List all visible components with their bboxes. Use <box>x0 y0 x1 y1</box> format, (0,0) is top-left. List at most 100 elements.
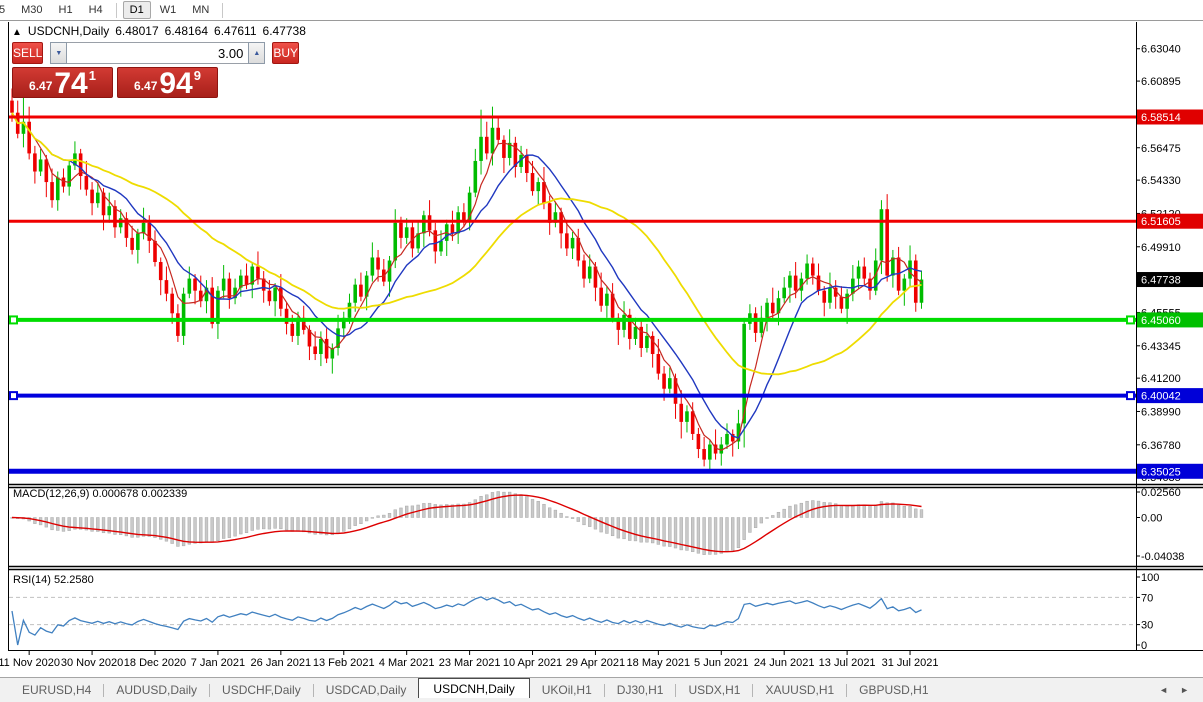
svg-text:6.47738: 6.47738 <box>1141 275 1181 287</box>
svg-text:13 Jul 2021: 13 Jul 2021 <box>819 657 876 669</box>
svg-text:6.36780: 6.36780 <box>1141 440 1181 452</box>
svg-text:31 Jul 2021: 31 Jul 2021 <box>882 657 939 669</box>
ma-fast-line <box>12 113 922 451</box>
low-value: 6.47611 <box>214 24 257 38</box>
svg-text:5 Jun 2021: 5 Jun 2021 <box>694 657 748 669</box>
timeframe-button-m30[interactable]: M30 <box>14 1 49 19</box>
symbol-period-label: USDCNH,Daily <box>28 24 109 38</box>
price-badge-current-price: 6.47738 <box>1137 272 1203 287</box>
tab-eurusd-h4[interactable]: EURUSD,H4 <box>10 678 103 702</box>
timeframe-button-h4[interactable]: H4 <box>82 1 110 19</box>
macd-indicator-label: MACD(12,26,9) 0.000678 0.002339 <box>13 488 187 500</box>
svg-text:6.40042: 6.40042 <box>1141 391 1181 403</box>
svg-text:29 Apr 2021: 29 Apr 2021 <box>566 657 625 669</box>
svg-text:23 Mar 2021: 23 Mar 2021 <box>439 657 501 669</box>
tab-scroll-controls: ◄► <box>1153 678 1203 702</box>
timeframe-button-h1[interactable]: H1 <box>52 1 80 19</box>
svg-text:18 May 2021: 18 May 2021 <box>627 657 691 669</box>
tab-usdchf-daily[interactable]: USDCHF,Daily <box>210 678 313 702</box>
buy-price-tile[interactable]: 6.47 94 9 <box>117 67 218 98</box>
svg-text:6.58514: 6.58514 <box>1141 112 1181 124</box>
tab-scroll-left-icon[interactable]: ◄ <box>1153 685 1174 695</box>
svg-text:6.43345: 6.43345 <box>1141 341 1181 353</box>
chart-tabbar: EURUSD,H4AUDUSD,DailyUSDCHF,DailyUSDCAD,… <box>0 677 1203 702</box>
svg-text:100: 100 <box>1141 572 1159 584</box>
volume-decrease-icon[interactable]: ▼ <box>50 42 67 64</box>
high-value: 6.48164 <box>165 24 208 38</box>
timeframe-toolbar: 5M30H1H4 D1W1MN <box>0 0 1203 21</box>
tab-audusd-daily[interactable]: AUDUSD,Daily <box>104 678 209 702</box>
svg-text:6.63040: 6.63040 <box>1141 44 1181 56</box>
chart-canvas: 6.630406.608956.564756.543306.521206.499… <box>0 0 1203 702</box>
toolbar-separator <box>116 3 117 18</box>
svg-text:6.45060: 6.45060 <box>1141 315 1181 327</box>
svg-text:6.56475: 6.56475 <box>1141 143 1181 155</box>
timeframe-button-mn[interactable]: MN <box>185 1 216 19</box>
svg-text:6.60895: 6.60895 <box>1141 76 1181 88</box>
macd-axis: 0.025600.00-0.04038 <box>1136 487 1184 563</box>
volume-increase-icon[interactable]: ▲ <box>248 42 265 64</box>
svg-text:26 Jan 2021: 26 Jan 2021 <box>251 657 312 669</box>
ma-mid-line <box>12 113 922 438</box>
price-badge-resistance-2[interactable]: 6.51605 <box>1137 214 1203 229</box>
sell-button[interactable]: SELL <box>12 42 43 64</box>
tab-gbpusd-h1[interactable]: GBPUSD,H1 <box>847 678 940 702</box>
svg-text:0.02560: 0.02560 <box>1141 487 1181 499</box>
volume-stepper: ▼ ▲ <box>50 42 265 64</box>
tab-scroll-right-icon[interactable]: ► <box>1174 685 1195 695</box>
volume-input[interactable] <box>67 42 248 64</box>
timeframe-button-5[interactable]: 5 <box>0 1 12 19</box>
rsi-line <box>12 597 922 645</box>
timeframe-button-w1[interactable]: W1 <box>153 1 184 19</box>
rsi-axis: 100 70 30 0 <box>1136 572 1159 652</box>
tab-ukoil-h1[interactable]: UKOil,H1 <box>530 678 604 702</box>
ma-slow-line <box>12 113 922 375</box>
sell-price-big: 74 <box>54 70 87 97</box>
svg-text:-0.04038: -0.04038 <box>1141 551 1184 563</box>
collapse-panel-icon[interactable]: ▲ <box>12 27 22 38</box>
tab-dj30-h1[interactable]: DJ30,H1 <box>605 678 676 702</box>
tab-usdx-h1[interactable]: USDX,H1 <box>676 678 752 702</box>
svg-text:18 Dec 2020: 18 Dec 2020 <box>124 657 186 669</box>
svg-text:6.51605: 6.51605 <box>1141 216 1181 228</box>
svg-text:13 Feb 2021: 13 Feb 2021 <box>313 657 375 669</box>
svg-text:70: 70 <box>1141 592 1153 604</box>
toolbar-separator <box>222 3 223 18</box>
rsi-indicator-label: RSI(14) 52.2580 <box>13 574 94 586</box>
tab-usdcad-daily[interactable]: USDCAD,Daily <box>314 678 419 702</box>
close-value: 6.47738 <box>263 24 306 38</box>
buy-price-prefix: 6.47 <box>134 79 157 93</box>
price-badge-support-blue-1[interactable]: 6.40042 <box>1137 388 1203 403</box>
hline-6.40042[interactable] <box>9 392 1136 399</box>
sell-price-sup: 1 <box>89 68 96 83</box>
svg-text:6.49910: 6.49910 <box>1141 242 1181 254</box>
sell-price-tile[interactable]: 6.47 74 1 <box>12 67 113 98</box>
svg-text:6.54330: 6.54330 <box>1141 175 1181 187</box>
price-badge-resistance-1[interactable]: 6.58514 <box>1137 110 1203 125</box>
svg-text:0: 0 <box>1141 640 1147 652</box>
date-axis: 11 Nov 202030 Nov 202018 Dec 2020 7 Jan 2… <box>0 651 938 669</box>
chart-title: ▲ USDCNH,Daily 6.48017 6.48164 6.47611 6.4773… <box>12 24 306 38</box>
tab-xauusd-h1[interactable]: XAUUSD,H1 <box>753 678 846 702</box>
svg-text:30: 30 <box>1141 620 1153 632</box>
open-value: 6.48017 <box>115 24 158 38</box>
price-badge-support-blue-2[interactable]: 6.35025 <box>1137 464 1203 479</box>
price-badge-support-green[interactable]: 6.45060 <box>1137 312 1203 327</box>
svg-text:6.41200: 6.41200 <box>1141 373 1181 385</box>
svg-text:4 Mar 2021: 4 Mar 2021 <box>379 657 435 669</box>
timeframe-button-d1[interactable]: D1 <box>123 1 151 19</box>
one-click-trading-panel: SELL ▼ ▲ BUY 6.47 74 1 6.47 94 9 <box>12 42 218 98</box>
buy-button[interactable]: BUY <box>272 42 299 64</box>
svg-text:6.35025: 6.35025 <box>1141 466 1181 478</box>
svg-text:7 Jan 2021: 7 Jan 2021 <box>191 657 245 669</box>
svg-text:30 Nov 2020: 30 Nov 2020 <box>61 657 123 669</box>
sell-price-prefix: 6.47 <box>29 79 52 93</box>
tab-usdcnh-daily[interactable]: USDCNH,Daily <box>418 678 529 698</box>
rsi-panel-content <box>9 597 1136 624</box>
candlestick-series <box>10 89 923 474</box>
buy-price-sup: 9 <box>194 68 201 83</box>
svg-text:24 Jun 2021: 24 Jun 2021 <box>754 657 815 669</box>
svg-text:10 Apr 2021: 10 Apr 2021 <box>503 657 562 669</box>
macd-histogram <box>11 492 923 555</box>
svg-text:11 Nov 2020: 11 Nov 2020 <box>0 657 60 669</box>
